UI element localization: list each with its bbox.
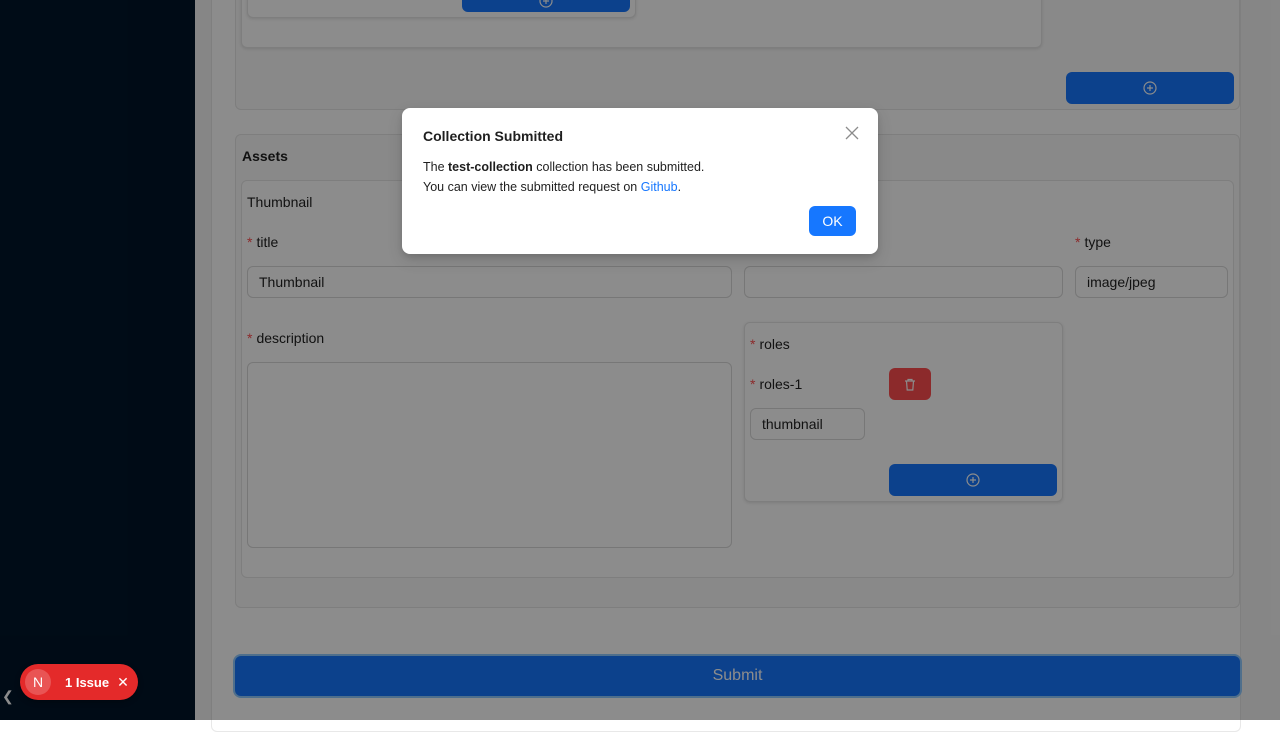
issues-count[interactable]: 1 Issue xyxy=(65,675,109,690)
submission-modal: Collection Submitted The test-collection… xyxy=(402,108,878,254)
nextjs-logo-icon: N xyxy=(25,669,51,695)
modal-body: The test-collection collection has been … xyxy=(423,157,704,197)
github-link[interactable]: Github xyxy=(641,180,678,194)
dev-issues-badge[interactable]: N 1 Issue ✕ xyxy=(20,664,138,700)
ok-button[interactable]: OK xyxy=(809,206,856,236)
close-icon[interactable]: ✕ xyxy=(117,674,129,691)
modal-line-2: You can view the submitted request on Gi… xyxy=(423,180,682,194)
close-icon[interactable] xyxy=(843,124,861,142)
modal-title: Collection Submitted xyxy=(423,128,563,144)
collection-name: test-collection xyxy=(448,160,533,174)
modal-line-1: The test-collection collection has been … xyxy=(423,160,705,174)
